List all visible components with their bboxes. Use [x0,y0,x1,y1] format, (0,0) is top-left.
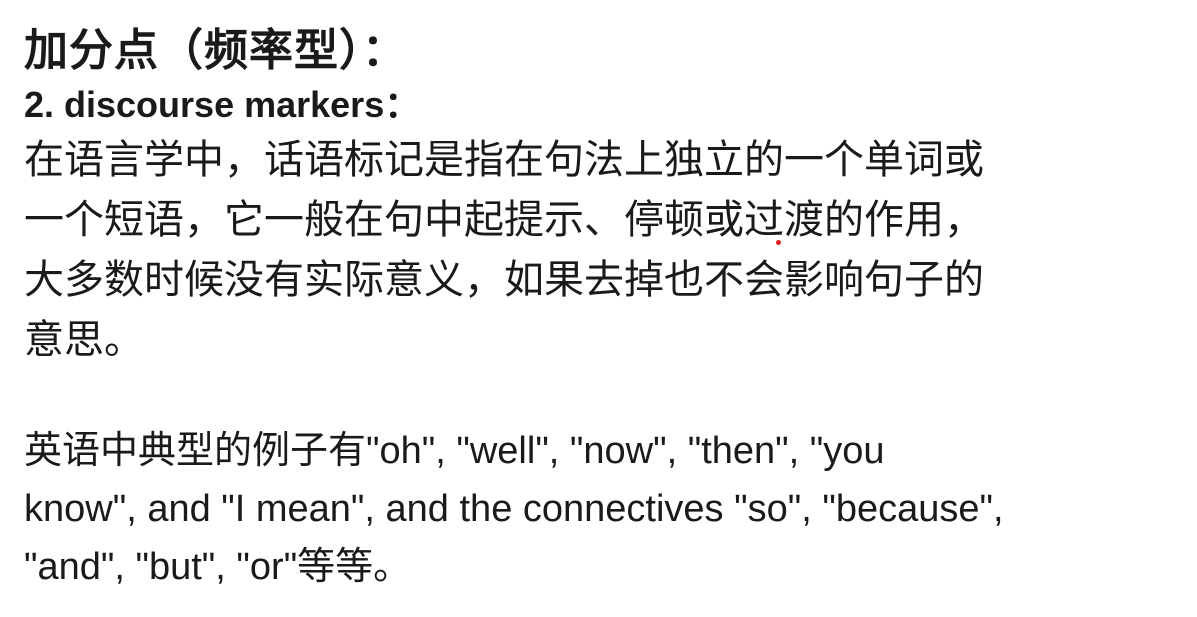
slide-subheading: 2. discourse markers： [24,84,421,125]
slide: 加分点（频率型）： 2. discourse markers： 在语言学中，话语… [0,0,1197,617]
definition-line: 意思。 [24,317,144,363]
slide-heading: 加分点（频率型）： [24,25,407,76]
examples-line: 英语中典型的例子有"oh", "well", "now", "then", "y… [24,430,885,472]
examples-paragraph: 英语中典型的例子有"oh", "well", "now", "then", "y… [24,422,1177,596]
definition-line: 在语言学中，话语标记是指在句法上独立的一个单词或 [24,137,984,183]
laser-pointer-dot [776,240,781,245]
definition-line: 一个短语，它一般在句中起提示、停顿或过渡的作用， [24,197,984,243]
examples-line: know", and "I mean", and the connectives… [24,488,1004,530]
examples-line: "and", "but", "or"等等。 [24,546,412,588]
definition-line: 大多数时候没有实际意义，如果去掉也不会影响句子的 [24,257,984,303]
definition-paragraph: 在语言学中，话语标记是指在句法上独立的一个单词或 一个短语，它一般在句中起提示、… [24,130,1184,370]
